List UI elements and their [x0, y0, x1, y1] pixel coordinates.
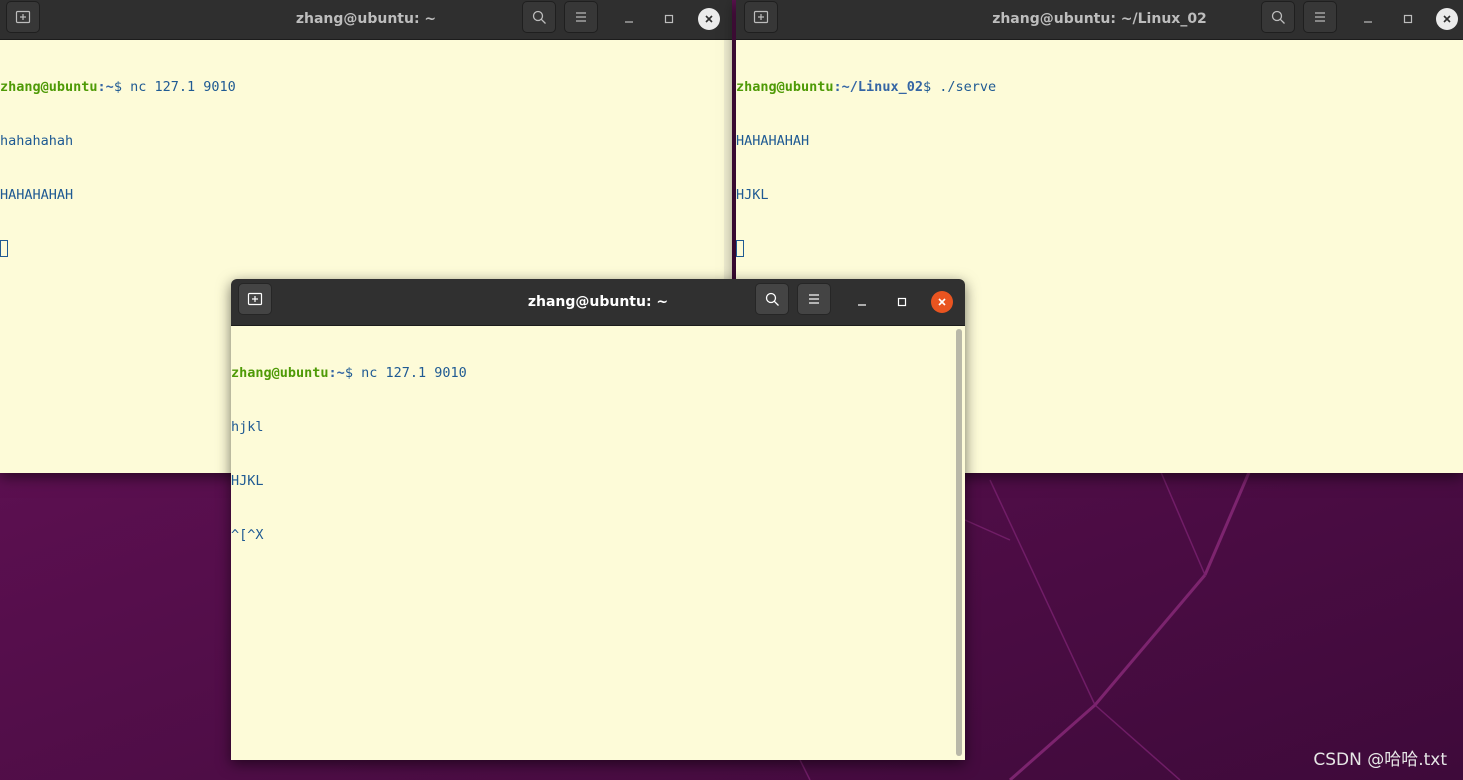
search-button[interactable] [755, 283, 789, 315]
titlebar[interactable]: zhang@ubuntu: ~ [231, 279, 965, 326]
maximize-button[interactable] [658, 8, 680, 30]
cursor-line [0, 240, 732, 258]
prompt-user: zhang@ubuntu [0, 79, 98, 95]
prompt-user: zhang@ubuntu [736, 79, 834, 95]
menu-button[interactable] [1303, 1, 1337, 33]
maximize-button[interactable] [1397, 8, 1419, 30]
text-cursor [0, 240, 8, 257]
search-icon [1271, 10, 1285, 24]
search-button[interactable] [522, 1, 556, 33]
minimize-icon [858, 304, 866, 306]
new-tab-button[interactable] [238, 283, 272, 315]
prompt-symbol: $ [113, 79, 131, 95]
menu-button[interactable] [564, 1, 598, 33]
minimize-icon [1364, 21, 1372, 23]
command-text: ./serve [939, 79, 997, 95]
new-tab-button[interactable] [6, 1, 40, 33]
minimize-button[interactable] [618, 8, 640, 30]
minimize-icon [625, 21, 633, 23]
prompt-line: zhang@ubuntu:~$ nc 127.1 9010 [0, 78, 732, 96]
titlebar[interactable]: zhang@ubuntu: ~/Linux_02 [736, 0, 1463, 40]
maximize-button[interactable] [891, 291, 913, 313]
maximize-icon [1403, 14, 1413, 24]
cursor-line [736, 240, 1463, 258]
search-icon [532, 10, 546, 24]
watermark: CSDN @哈哈.txt [1313, 750, 1447, 770]
scrollbar-thumb[interactable] [956, 329, 962, 756]
minimize-button[interactable] [1357, 8, 1379, 30]
output-line: HAHAHAHAH [0, 187, 74, 203]
command-text: nc 127.1 9010 [130, 79, 236, 95]
new-tab-icon [247, 292, 263, 306]
prompt-path: :~/Linux_02 [833, 79, 923, 95]
prompt-path: :~ [97, 79, 114, 95]
output-line: HJKL [736, 187, 769, 203]
hamburger-menu-icon [1315, 12, 1325, 22]
prompt-path: :~ [328, 365, 345, 381]
search-icon [765, 292, 779, 306]
output-line: hjkl [231, 419, 264, 435]
output-line: HAHAHAHAH [736, 133, 810, 149]
terminal-output[interactable]: zhang@ubuntu:~$ nc 127.1 9010 hjkl HJKL … [231, 326, 953, 760]
new-tab-icon [753, 10, 769, 24]
close-icon [1443, 15, 1451, 23]
menu-button[interactable] [797, 283, 831, 315]
close-icon [705, 15, 713, 23]
window-title: zhang@ubuntu: ~/Linux_02 [992, 11, 1207, 27]
titlebar[interactable]: zhang@ubuntu: ~ [0, 0, 732, 40]
minimize-button[interactable] [851, 291, 873, 313]
output-line: ^[^X [231, 527, 264, 543]
command-text: nc 127.1 9010 [361, 365, 467, 381]
search-button[interactable] [1261, 1, 1295, 33]
prompt-line: zhang@ubuntu:~/Linux_02$ ./serve [736, 78, 1463, 96]
new-tab-icon [15, 10, 31, 24]
scrollbar[interactable] [956, 329, 962, 756]
prompt-line: zhang@ubuntu:~$ nc 127.1 9010 [231, 364, 953, 382]
maximize-icon [897, 297, 907, 307]
prompt-user: zhang@ubuntu [231, 365, 329, 381]
new-tab-button[interactable] [744, 1, 778, 33]
output-line: HJKL [231, 473, 264, 489]
text-cursor [736, 240, 744, 257]
prompt-symbol: $ [344, 365, 362, 381]
close-icon [938, 298, 946, 306]
terminal-window-front[interactable]: zhang@ubuntu: ~ zhang@ubuntu:~$ nc 127.1… [231, 279, 965, 760]
prompt-symbol: $ [922, 79, 940, 95]
hamburger-menu-icon [809, 294, 819, 304]
close-button[interactable] [698, 8, 720, 30]
close-button[interactable] [1436, 8, 1458, 30]
maximize-icon [664, 14, 674, 24]
hamburger-menu-icon [576, 12, 586, 22]
close-button[interactable] [931, 291, 953, 313]
output-line: hahahahah [0, 133, 74, 149]
